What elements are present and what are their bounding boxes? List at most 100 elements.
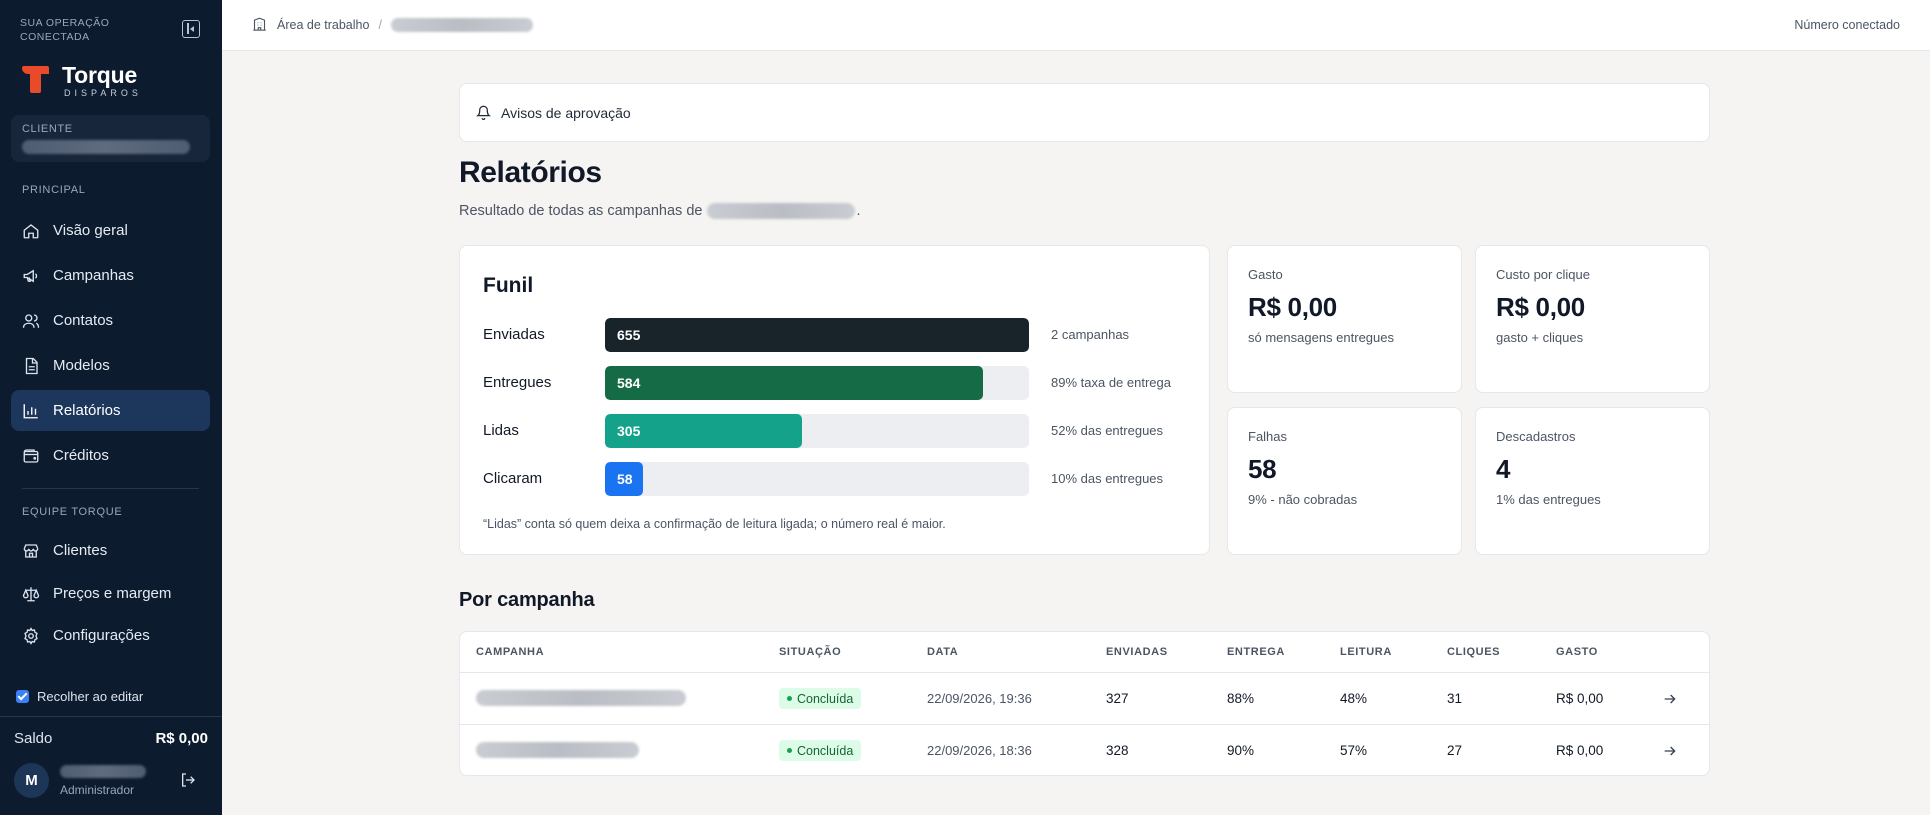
funnel-note: 52% das entregues [1051, 423, 1164, 438]
kpi-value: R$ 0,00 [1496, 292, 1585, 322]
campaign-entrega: 88% [1227, 691, 1255, 706]
arrow-right-icon[interactable] [1662, 691, 1678, 707]
sidebar-item-label: Visão geral [53, 222, 128, 239]
funnel-note: 2 campanhas [1051, 327, 1130, 342]
campaign-name-redacted [476, 690, 686, 706]
building-icon [253, 17, 266, 31]
sidebar-item-label: Campanhas [53, 267, 134, 284]
funnel-row: Lidas 305 52% das entregues [483, 414, 1193, 448]
campaign-gasto: R$ 0,00 [1556, 743, 1604, 758]
kpi-label: Gasto [1248, 267, 1283, 282]
column-header[interactable]: CAMPANHA [476, 646, 544, 658]
sidebar-item-label: Clientes [53, 542, 108, 559]
sidebar-item-relatorios[interactable]: Relatórios [11, 390, 210, 431]
document-icon [25, 357, 38, 374]
sidebar-item-label: Modelos [53, 357, 110, 374]
funnel-title: Funil [483, 274, 534, 297]
table-row[interactable]: Concluída 22/09/2026, 19:36 327 88% 48% … [460, 673, 1709, 725]
kpi-card-descadastros: Descadastros 4 1% das entregues [1475, 407, 1710, 555]
kpi-label: Falhas [1248, 429, 1288, 444]
campaign-cliques: 27 [1447, 743, 1463, 758]
campaign-table: CAMPANHA SITUAÇÃO DATA ENVIADAS ENTREGA … [459, 631, 1710, 776]
connection-status[interactable]: Número conectado [1794, 18, 1900, 32]
funnel-value: 305 [617, 423, 641, 439]
sidebar-item-label: Contatos [53, 312, 114, 329]
brand-name: Torque [62, 62, 138, 88]
funnel-bar [605, 366, 983, 400]
recolher-checkbox[interactable] [16, 690, 29, 703]
logout-icon[interactable] [180, 772, 196, 788]
sidebar-collapse-icon[interactable] [182, 20, 200, 38]
section-equipe: EQUIPE TORQUE [22, 506, 123, 518]
funnel-row: Entregues 584 89% taxa de entrega [483, 366, 1193, 400]
sidebar-divider [22, 488, 199, 489]
funnel-value: 655 [617, 327, 641, 343]
kpi-sub: 9% - não cobradas [1248, 492, 1358, 507]
bar-chart-icon [23, 403, 38, 418]
home-icon [23, 223, 39, 238]
column-header[interactable]: CLIQUES [1447, 646, 1500, 658]
funnel-label: Lidas [483, 422, 519, 439]
page-title: Relatórios [459, 156, 602, 189]
column-header[interactable]: ENVIADAS [1106, 646, 1168, 658]
status-label: Concluída [797, 691, 854, 706]
kpi-card-falhas: Falhas 58 9% - não cobradas [1227, 407, 1462, 555]
campaign-name-redacted [476, 742, 639, 758]
table-row[interactable]: Concluída 22/09/2026, 18:36 328 90% 57% … [460, 724, 1709, 775]
approval-notices[interactable]: Avisos de aprovação [459, 83, 1710, 142]
funnel-note: 10% das entregues [1051, 471, 1164, 486]
sidebar-item-creditos[interactable]: Créditos [11, 435, 210, 476]
sidebar-item-label: Relatórios [53, 402, 121, 419]
funnel-note: 89% taxa de entrega [1051, 375, 1171, 390]
arrow-right-icon[interactable] [1662, 743, 1678, 759]
sidebar-item-configuracoes[interactable]: Configurações [11, 615, 210, 656]
column-header[interactable]: ENTREGA [1227, 646, 1285, 658]
operation-label: SUA OPERAÇÃO CONECTADA [20, 17, 110, 43]
topbar: Área de trabalho / Número conectado [222, 0, 1930, 51]
column-header[interactable]: GASTO [1556, 646, 1598, 658]
campaign-gasto: R$ 0,00 [1556, 691, 1604, 706]
breadcrumb-workspace[interactable]: Área de trabalho [277, 18, 369, 32]
sidebar-item-clientes[interactable]: Clientes [11, 530, 210, 571]
breadcrumb-separator: / [378, 17, 382, 32]
torque-logo-icon [22, 66, 49, 93]
status-badge: Concluída [779, 688, 862, 709]
recolher-toggle[interactable]: Recolher ao editar [16, 689, 143, 704]
saldo-value: R$ 0,00 [155, 730, 208, 747]
status-label: Concluída [797, 743, 854, 758]
sidebar-item-modelos[interactable]: Modelos [11, 345, 210, 386]
recolher-label: Recolher ao editar [37, 689, 144, 704]
breadcrumb-client-redacted[interactable] [390, 17, 533, 32]
funnel-bar [605, 318, 1029, 352]
sidebar-item-campanhas[interactable]: Campanhas [11, 255, 210, 296]
status-dot-icon [787, 696, 792, 701]
status-dot-icon [787, 748, 792, 753]
users-icon [22, 313, 40, 328]
operation-header: SUA OPERAÇÃO CONECTADA [20, 16, 200, 44]
client-name-redacted [22, 140, 190, 154]
sidebar-footer: Saldo R$ 0,00 M Administrador [0, 716, 222, 815]
kpi-label: Custo por clique [1496, 267, 1590, 282]
client-selector[interactable]: CLIENTE [11, 115, 210, 162]
funnel-card: Funil Enviadas 655 2 campanhas Entregues… [459, 245, 1210, 555]
funnel-row: Enviadas 655 2 campanhas [483, 318, 1193, 352]
funnel-track: 305 [605, 414, 1029, 448]
client-label: CLIENTE [22, 123, 73, 135]
column-header[interactable]: LEITURA [1340, 646, 1392, 658]
por-campanha-title: Por campanha [459, 589, 595, 611]
column-header[interactable]: SITUAÇÃO [779, 646, 841, 658]
avatar[interactable]: M [14, 763, 49, 798]
saldo-label: Saldo [14, 730, 53, 747]
campaign-entrega: 90% [1227, 743, 1255, 758]
funnel-track: 58 [605, 462, 1029, 496]
gear-icon [24, 626, 38, 645]
megaphone-icon [23, 269, 38, 282]
sidebar-item-label: Configurações [53, 627, 150, 644]
column-header[interactable]: DATA [927, 646, 958, 658]
funnel-value: 584 [617, 375, 641, 391]
user-role: Administrador [60, 783, 135, 797]
sidebar-item-contatos[interactable]: Contatos [11, 300, 210, 341]
sidebar-item-visao-geral[interactable]: Visão geral [11, 210, 210, 251]
sidebar-item-precos[interactable]: Preços e margem [11, 573, 210, 614]
kpi-card-custo-clique: Custo por clique R$ 0,00 gasto + cliques [1475, 245, 1710, 393]
